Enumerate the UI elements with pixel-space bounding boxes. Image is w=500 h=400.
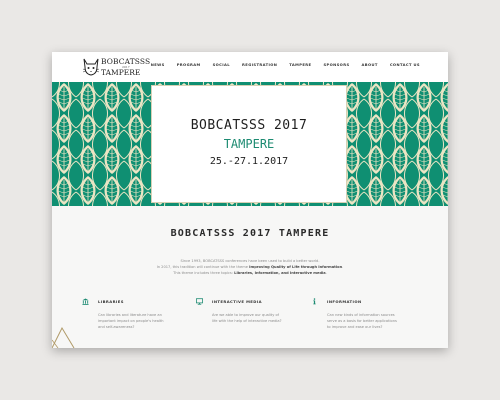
intro-text: Since 1993, BOBCATSSS conferences have b… xyxy=(52,258,448,276)
nav-about[interactable]: ABOUT xyxy=(362,63,378,67)
topics-highlight: Libraries, Information, and Interactive … xyxy=(234,271,326,275)
logo-text-tampere: TAMPERE xyxy=(101,68,141,77)
topic-title: INTERACTIVE MEDIA xyxy=(212,299,262,304)
nav-social[interactable]: SOCIAL xyxy=(213,63,230,67)
hero-subtitle: TAMPERE xyxy=(223,137,275,151)
hero-dates: 25.-27.1.2017 xyxy=(209,156,289,167)
nav-program[interactable]: PROGRAM xyxy=(177,63,201,67)
info-icon xyxy=(313,298,316,305)
theme-highlight: Improving Quality of Life through Inform… xyxy=(249,265,343,269)
topic-description: Can libraries and literature have an imp… xyxy=(98,313,164,329)
hero-banner: BOBCATSSS 2017 TAMPERE 25.-27.1.2017 xyxy=(52,82,448,206)
website-page: BOBCATSSS 2017 TAMPERE NEWS PROGRAM SOCI… xyxy=(52,52,448,348)
decorative-gold-lines xyxy=(52,326,75,348)
main-nav: NEWS PROGRAM SOCIAL REGISTRATION TAMPERE… xyxy=(151,63,420,67)
intro-line: This theme includes three topics: Librar… xyxy=(173,271,327,275)
hero-title: BOBCATSSS 2017 xyxy=(190,118,308,133)
nav-tampere[interactable]: TAMPERE xyxy=(289,63,311,67)
topic-title: INFORMATION xyxy=(327,299,362,304)
site-header: BOBCATSSS 2017 TAMPERE NEWS PROGRAM SOCI… xyxy=(52,52,448,82)
site-logo[interactable]: BOBCATSSS 2017 TAMPERE xyxy=(82,57,174,79)
topic-title: LIBRARIES xyxy=(98,299,124,304)
nav-news[interactable]: NEWS xyxy=(151,63,165,67)
library-icon xyxy=(82,298,89,305)
monitor-icon xyxy=(196,298,203,305)
nav-registration[interactable]: REGISTRATION xyxy=(242,63,277,67)
topic-description: Are we able to improve our quality of li… xyxy=(212,313,282,323)
hero-title-card: BOBCATSSS 2017 TAMPERE 25.-27.1.2017 xyxy=(152,86,346,202)
section-title: BOBCATSSS 2017 TAMPERE xyxy=(170,228,330,239)
bobcat-logo-icon xyxy=(82,58,100,76)
nav-sponsors[interactable]: SPONSORS xyxy=(323,63,349,67)
topic-description: Can new kinds of information sources ser… xyxy=(327,313,397,329)
nav-contact-us[interactable]: CONTACT US xyxy=(390,63,420,67)
